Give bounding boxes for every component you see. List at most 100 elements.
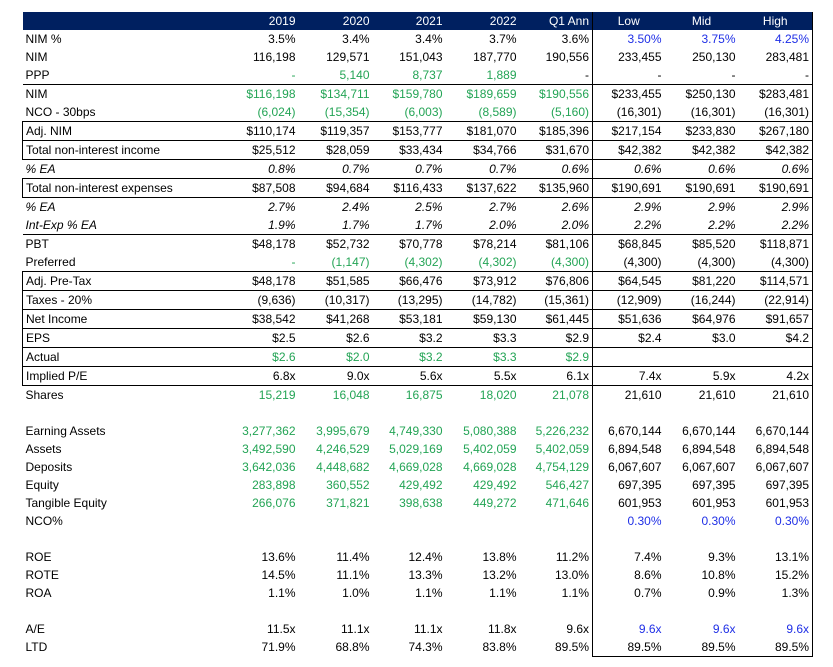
cell[interactable]: $53,181	[372, 309, 446, 329]
cell[interactable]: (8,589)	[446, 103, 520, 122]
cell[interactable]: 12.4%	[373, 548, 446, 566]
cell[interactable]: $135,960	[519, 178, 593, 198]
cell[interactable]: $110,174	[228, 121, 299, 141]
row-label[interactable]: NCO%	[23, 512, 229, 530]
column-header[interactable]: High	[738, 12, 813, 30]
cell[interactable]: 9.6x	[665, 620, 739, 638]
cell[interactable]: 283,481	[738, 48, 813, 66]
cell[interactable]: $85,520	[664, 234, 739, 253]
cell[interactable]: 6,670,144	[592, 422, 665, 440]
cell[interactable]: 6,670,144	[738, 422, 813, 440]
cell[interactable]: $185,396	[519, 121, 593, 141]
cell[interactable]	[446, 602, 520, 620]
cell[interactable]: 6,894,548	[592, 440, 665, 458]
cell[interactable]: (9,636)	[228, 290, 299, 310]
cell[interactable]: 1.1%	[373, 584, 446, 602]
cell[interactable]: (15,361)	[519, 290, 593, 310]
row-label[interactable]: NIM	[23, 48, 229, 66]
cell[interactable]: $116,198	[228, 84, 299, 103]
cell[interactable]: 1.1%	[446, 584, 520, 602]
cell[interactable]	[299, 530, 373, 548]
column-header[interactable]: 2022	[445, 12, 520, 30]
cell[interactable]: (5,160)	[519, 103, 593, 122]
cell[interactable]: 13.6%	[229, 548, 299, 566]
cell[interactable]: 14.5%	[229, 566, 299, 584]
column-header[interactable]: Low	[592, 12, 665, 30]
cell[interactable]: 21,610	[592, 385, 665, 404]
cell[interactable]: 2.0%	[519, 216, 593, 235]
cell[interactable]: 0.6%	[519, 159, 593, 179]
cell[interactable]: (4,302)	[373, 253, 446, 272]
cell[interactable]: 5,402,059	[446, 440, 520, 458]
row-label[interactable]	[23, 530, 229, 548]
cell[interactable]	[299, 404, 373, 422]
cell[interactable]: 6.8x	[228, 366, 299, 386]
cell[interactable]: $3.0	[664, 328, 739, 348]
cell[interactable]: 16,048	[299, 386, 373, 405]
cell[interactable]: 2.7%	[229, 198, 299, 217]
cell[interactable]: -	[665, 66, 739, 85]
column-header[interactable]: 2019	[228, 12, 299, 30]
cell[interactable]: 1.0%	[299, 584, 373, 602]
cell[interactable]	[299, 512, 373, 530]
cell[interactable]	[373, 512, 446, 530]
row-label[interactable]: LTD	[23, 638, 229, 657]
cell[interactable]: $3.3	[445, 347, 520, 367]
row-label[interactable]: Preferred	[23, 253, 229, 272]
cell[interactable]: -	[229, 66, 299, 85]
cell[interactable]: 11.8x	[446, 620, 520, 638]
cell[interactable]: 471,646	[519, 494, 593, 512]
cell[interactable]: 3,492,590	[229, 440, 299, 458]
cell[interactable]: $33,434	[372, 140, 446, 160]
cell[interactable]: 9.6x	[592, 620, 665, 638]
cell[interactable]: (15,354)	[299, 103, 373, 122]
cell[interactable]	[519, 512, 593, 530]
cell[interactable]: 2.4%	[299, 198, 373, 217]
row-label[interactable]: Int-Exp % EA	[23, 216, 229, 235]
cell[interactable]: $59,130	[445, 309, 520, 329]
cell[interactable]: 250,130	[665, 48, 739, 66]
cell[interactable]: 6,670,144	[665, 422, 739, 440]
cell[interactable]: 89.5%	[519, 638, 593, 657]
row-label[interactable]: Taxes - 20%	[22, 290, 229, 310]
cell[interactable]: -	[519, 66, 593, 85]
cell[interactable]: 0.7%	[592, 584, 665, 602]
cell[interactable]: $3.2	[372, 347, 446, 367]
cell[interactable]: 3,277,362	[229, 422, 299, 440]
cell[interactable]	[592, 602, 665, 620]
cell[interactable]: $78,214	[445, 234, 520, 253]
row-label[interactable]: Actual	[22, 347, 229, 367]
cell[interactable]: $51,585	[298, 271, 373, 291]
cell[interactable]	[373, 530, 446, 548]
row-label[interactable]: Adj. NIM	[22, 121, 229, 141]
cell[interactable]: $52,732	[298, 234, 373, 253]
cell[interactable]: 6.1x	[519, 366, 593, 386]
cell[interactable]: -	[592, 66, 665, 85]
row-label[interactable]: % EA	[23, 160, 229, 179]
cell[interactable]: 0.6%	[738, 159, 813, 179]
cell[interactable]: 3,642,036	[229, 458, 299, 476]
cell[interactable]: 2.0%	[446, 216, 520, 235]
cell[interactable]	[229, 602, 299, 620]
cell[interactable]: 0.6%	[592, 159, 665, 179]
cell[interactable]	[299, 602, 373, 620]
cell[interactable]: 2.9%	[738, 197, 813, 216]
cell[interactable]	[373, 602, 446, 620]
cell[interactable]: 429,492	[373, 476, 446, 494]
cell[interactable]: $48,178	[228, 271, 299, 291]
cell[interactable]: 546,427	[519, 476, 593, 494]
row-label[interactable]: NCO - 30bps	[23, 103, 229, 122]
cell[interactable]	[519, 602, 593, 620]
cell[interactable]: 6,894,548	[738, 440, 813, 458]
cell[interactable]: 3.75%	[665, 30, 739, 48]
cell[interactable]: $3.3	[445, 328, 520, 348]
cell[interactable]: $233,455	[592, 84, 665, 103]
cell[interactable]: (13,295)	[372, 290, 446, 310]
cell[interactable]: $119,357	[298, 121, 373, 141]
cell[interactable]: 11.1x	[299, 620, 373, 638]
cell[interactable]: $233,830	[664, 121, 739, 141]
cell[interactable]: 2.2%	[592, 216, 665, 235]
cell[interactable]: $2.0	[298, 347, 373, 367]
cell[interactable]: $28,059	[298, 140, 373, 160]
cell[interactable]: (4,300)	[738, 253, 813, 272]
